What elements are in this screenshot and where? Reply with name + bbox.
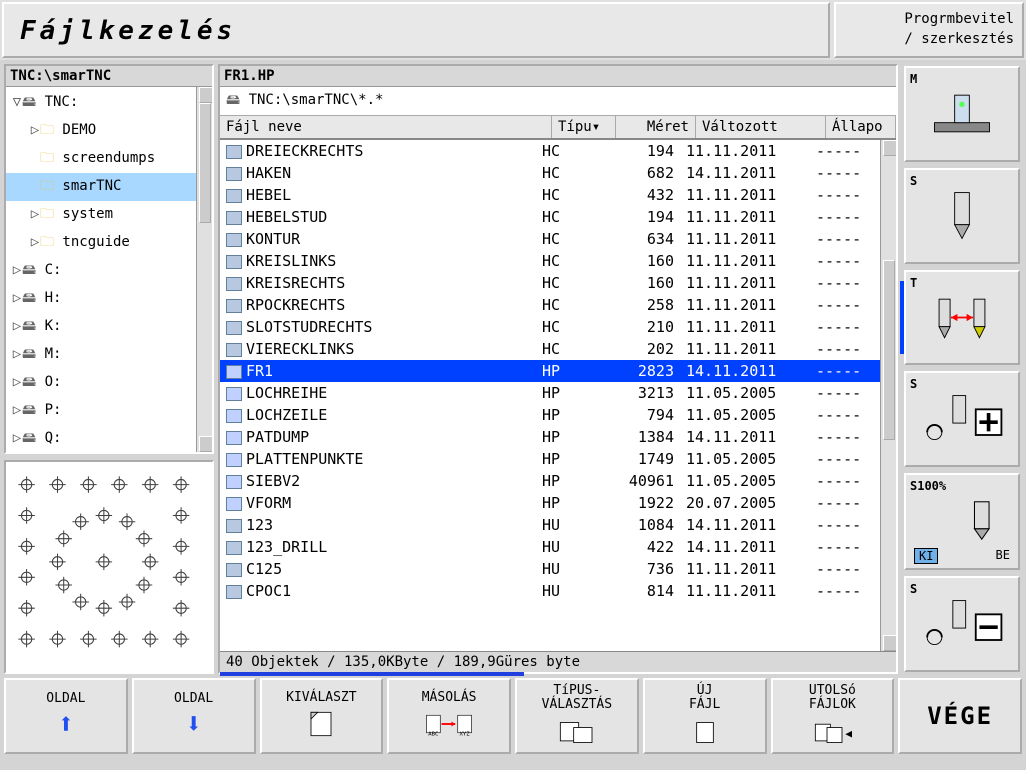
file-row[interactable]: CPOC1HU81411.11.2011----- xyxy=(220,580,880,602)
side-button-s[interactable]: S xyxy=(904,371,1020,467)
side-button-s100%[interactable]: S100%KIBE xyxy=(904,473,1020,570)
tree-item[interactable]: ▷🗀 system xyxy=(6,201,196,229)
tree-item[interactable]: ▷🖴 M: xyxy=(6,341,196,369)
tree-item[interactable]: ▽🖴 TNC: xyxy=(6,89,196,117)
file-row[interactable]: VIERECKLINKSHC20211.11.2011----- xyxy=(220,338,880,360)
file-row[interactable]: PLATTENPUNKTEHP174911.05.2005----- xyxy=(220,448,880,470)
col-header-date[interactable]: Változott xyxy=(696,116,826,138)
softkey[interactable]: OLDAL⬇ xyxy=(132,678,256,754)
svg-text:ABC: ABC xyxy=(428,731,438,737)
softkey[interactable]: OLDAL⬆ xyxy=(4,678,128,754)
file-row[interactable]: HEBELHC43211.11.2011----- xyxy=(220,184,880,206)
file-row[interactable]: SIEBV2HP4096111.05.2005----- xyxy=(220,470,880,492)
softkey[interactable]: UTOLSóFÁJLOK xyxy=(771,678,895,754)
tree-item[interactable]: ▷🗀 tncguide xyxy=(6,229,196,257)
softkey[interactable]: VÉGE xyxy=(898,678,1022,754)
softkey[interactable]: ÚJFÁJL xyxy=(643,678,767,754)
page-title: Fájlkezelés xyxy=(2,2,830,58)
file-row[interactable]: 123_DRILLHU42214.11.2011----- xyxy=(220,536,880,558)
file-row[interactable]: DREIECKRECHTSHC19411.11.2011----- xyxy=(220,140,880,162)
softkey[interactable]: MÁSOLÁSABCXYZ xyxy=(387,678,511,754)
file-list-panel: FR1.HP 🖴 TNC:\smarTNC\*.* Fájl neve Típu… xyxy=(218,64,898,674)
tree-item[interactable]: 🗀 smarTNC xyxy=(6,173,196,201)
file-row[interactable]: KREISRECHTSHC16011.11.2011----- xyxy=(220,272,880,294)
side-button-m[interactable]: M xyxy=(904,66,1020,162)
tree-item[interactable]: ▷🖴 H: xyxy=(6,285,196,313)
col-header-type[interactable]: Típu▾ xyxy=(552,116,616,138)
file-row[interactable]: KONTURHC63411.11.2011----- xyxy=(220,228,880,250)
path-bar: 🖴 TNC:\smarTNC\*.* xyxy=(220,87,896,116)
file-column-header[interactable]: Fájl neve Típu▾ Méret Változott Állapo xyxy=(220,116,896,140)
file-row[interactable]: PATDUMPHP138414.11.2011----- xyxy=(220,426,880,448)
col-header-name[interactable]: Fájl neve xyxy=(220,116,552,138)
softkey[interactable]: KIVÁLASZT xyxy=(260,678,384,754)
softkey[interactable]: TíPUS-VÁLASZTÁS xyxy=(515,678,639,754)
tree-item[interactable]: ▷🗀 DEMO xyxy=(6,117,196,145)
mode-line1: Progrmbevitel xyxy=(844,10,1014,30)
side-button-t[interactable]: T xyxy=(904,270,1020,366)
file-row[interactable]: LOCHZEILEHP79411.05.2005----- xyxy=(220,404,880,426)
file-status-bar: 40 Objektek / 135,0KByte / 189,9Güres by… xyxy=(220,651,896,672)
tree-item[interactable]: 🗀 screendumps xyxy=(6,145,196,173)
tree-item[interactable]: ▷🖴 P: xyxy=(6,397,196,425)
file-row[interactable]: HEBELSTUDHC19411.11.2011----- xyxy=(220,206,880,228)
side-button-s[interactable]: S xyxy=(904,576,1020,672)
col-header-status[interactable]: Állapo xyxy=(826,116,896,138)
tree-scrollbar[interactable] xyxy=(196,87,212,452)
side-button-s[interactable]: S xyxy=(904,168,1020,264)
file-row[interactable]: HAKENHC68214.11.2011----- xyxy=(220,162,880,184)
file-row[interactable]: SLOTSTUDRECHTSHC21011.11.2011----- xyxy=(220,316,880,338)
tree-item[interactable]: ▷🖴 K: xyxy=(6,313,196,341)
file-row[interactable]: LOCHREIHEHP321311.05.2005----- xyxy=(220,382,880,404)
file-row[interactable]: FR1HP282314.11.2011----- xyxy=(220,360,880,382)
file-row[interactable]: KREISLINKSHC16011.11.2011----- xyxy=(220,250,880,272)
file-panel-title: FR1.HP xyxy=(220,66,896,87)
file-scrollbar[interactable] xyxy=(880,140,896,651)
file-row[interactable]: 123HU108414.11.2011----- xyxy=(220,514,880,536)
directory-tree-panel: TNC:\smarTNC ▽🖴 TNC:▷🗀 DEMO 🗀 screendump… xyxy=(4,64,214,454)
tree-title: TNC:\smarTNC xyxy=(6,66,212,87)
tree-item[interactable]: ▷🖴 Q: xyxy=(6,425,196,452)
mode-line2: / szerkesztés xyxy=(844,30,1014,50)
svg-text:XYZ: XYZ xyxy=(460,731,471,737)
col-header-size[interactable]: Méret xyxy=(616,116,696,138)
mode-indicator: Progrmbevitel / szerkesztés xyxy=(834,2,1024,58)
file-row[interactable]: C125HU73611.11.2011----- xyxy=(220,558,880,580)
tree-item[interactable]: ▷🖴 O: xyxy=(6,369,196,397)
tree-item[interactable]: ▷🖴 C: xyxy=(6,257,196,285)
file-row[interactable]: VFORMHP192220.07.2005----- xyxy=(220,492,880,514)
file-row[interactable]: RPOCKRECHTSHC25811.11.2011----- xyxy=(220,294,880,316)
file-preview xyxy=(4,460,214,674)
